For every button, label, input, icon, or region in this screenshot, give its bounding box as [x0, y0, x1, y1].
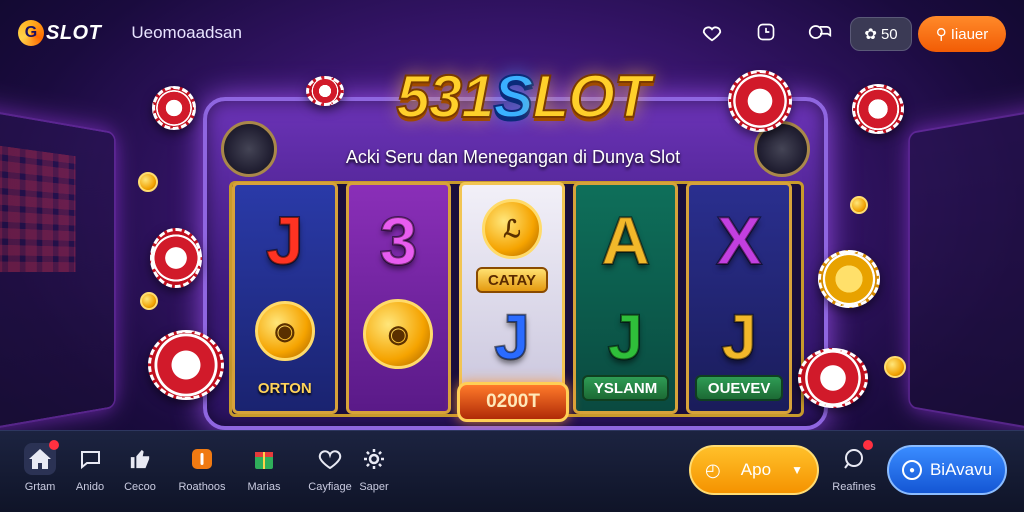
nav-item-info[interactable]: Roathoos: [174, 443, 230, 493]
nav-item-settings[interactable]: Saper: [346, 443, 402, 493]
gold-coin: [884, 356, 906, 378]
reel-symbol: J: [493, 301, 531, 373]
reel-label: YSLANM: [581, 375, 670, 401]
casino-chip: [152, 86, 196, 130]
coin-icon: ◉: [363, 299, 434, 369]
coin-icon: ℒ: [481, 199, 542, 259]
casino-chip: [148, 330, 224, 400]
reel-symbol: 3: [378, 203, 418, 279]
nav-label: Anido: [75, 481, 105, 493]
reel-label: OUEVEV: [695, 375, 783, 401]
search-label: Iiauer: [950, 25, 989, 43]
nav-item-home[interactable]: Grtam: [12, 440, 68, 493]
casino-chip: [150, 228, 202, 288]
register-label: BiAvavu: [929, 460, 993, 479]
heart-icon: [314, 443, 346, 475]
casino-chip: [852, 84, 904, 134]
notification-badge: [49, 440, 59, 450]
reel-4[interactable]: A J YSLANM: [572, 182, 679, 414]
nav-item-like[interactable]: Cecoo: [112, 443, 168, 493]
home-icon: [24, 440, 59, 475]
search-icon: ⚲: [935, 26, 947, 43]
gold-coin: [850, 196, 868, 214]
clock-icon[interactable]: [752, 18, 780, 46]
app-dropdown-button[interactable]: ◴ Apo ▼: [689, 445, 819, 495]
reel-label: ORTON: [257, 379, 312, 397]
reel-5[interactable]: X J OUEVEV: [686, 182, 792, 414]
page-title: 531SLOT: [395, 62, 651, 131]
reel-symbol: A: [600, 203, 651, 279]
reel-symbol-second: J: [607, 301, 645, 373]
reel-symbol: J: [265, 203, 305, 279]
nav-item-gift[interactable]: Marias: [236, 443, 292, 493]
casino-chip: [818, 250, 880, 308]
coin-icon: ◉: [254, 301, 315, 361]
reel-1[interactable]: J ◉ ORTON: [232, 182, 338, 414]
arcade-machine-right: [908, 105, 1024, 435]
dial-left: [221, 121, 277, 177]
logo-mark: G: [18, 20, 44, 46]
nav-label: Reafines: [832, 481, 876, 493]
gear-icon: [358, 443, 390, 475]
reel-symbol: X: [715, 203, 762, 279]
reel-3[interactable]: ℒ CATAY J: [459, 182, 565, 414]
nav-label: Grtam: [24, 481, 56, 493]
info-icon: [186, 443, 218, 475]
header-icons: [698, 18, 834, 46]
arcade-machine-left: [0, 105, 116, 435]
reels: J ◉ ORTON 3 ◉ ℒ CATAY J A J YSLANM X J O…: [232, 182, 792, 414]
coin-icon: ✿: [864, 26, 877, 43]
nav-label: Cecoo: [124, 481, 156, 493]
notification-badge: [863, 440, 873, 450]
clock-icon: ●: [901, 460, 922, 480]
nav-label: Roathoos: [178, 481, 226, 493]
coin-value: 50: [880, 25, 898, 43]
notifications-button[interactable]: Reafines: [826, 440, 882, 493]
thumbs-up-icon: [124, 443, 156, 475]
coin-balance[interactable]: ✿ 50: [850, 17, 912, 51]
win-amount: 0200T: [457, 382, 569, 422]
clock-icon: ◴: [705, 459, 721, 480]
chat-icon: [838, 440, 873, 475]
site-name: Ueomoaadsan: [131, 23, 242, 42]
chat-icon: [74, 443, 106, 475]
logo-text: SLOT: [46, 21, 102, 44]
hero-subtitle: Acki Seru dan Menegangan di Dunya Slot: [345, 147, 681, 167]
site-logo[interactable]: G SLOT: [18, 20, 101, 46]
gift-icon: [248, 443, 280, 475]
chat-icon[interactable]: [806, 18, 834, 46]
app-label: Apo: [740, 460, 772, 479]
search-button[interactable]: ⚲ Iiauer: [918, 16, 1006, 52]
reel-symbol-second: J: [720, 301, 758, 373]
casino-chip: [798, 348, 868, 408]
heart-icon[interactable]: [698, 18, 726, 46]
chevron-down-icon: ▼: [791, 463, 803, 477]
gold-coin: [140, 292, 158, 310]
nav-label: Marias: [247, 481, 281, 493]
register-button[interactable]: ● BiAvavu: [887, 445, 1007, 495]
bottom-nav: Grtam Anido Cecoo Roathoos Marias Cayfia…: [0, 430, 1024, 512]
nav-label: Saper: [359, 481, 389, 493]
nav-item-chat[interactable]: Anido: [62, 443, 118, 493]
reel-label: CATAY: [476, 267, 548, 293]
casino-chip: [306, 76, 344, 106]
reel-2[interactable]: 3 ◉: [345, 182, 452, 414]
casino-chip: [728, 70, 792, 132]
gold-coin: [138, 172, 158, 192]
